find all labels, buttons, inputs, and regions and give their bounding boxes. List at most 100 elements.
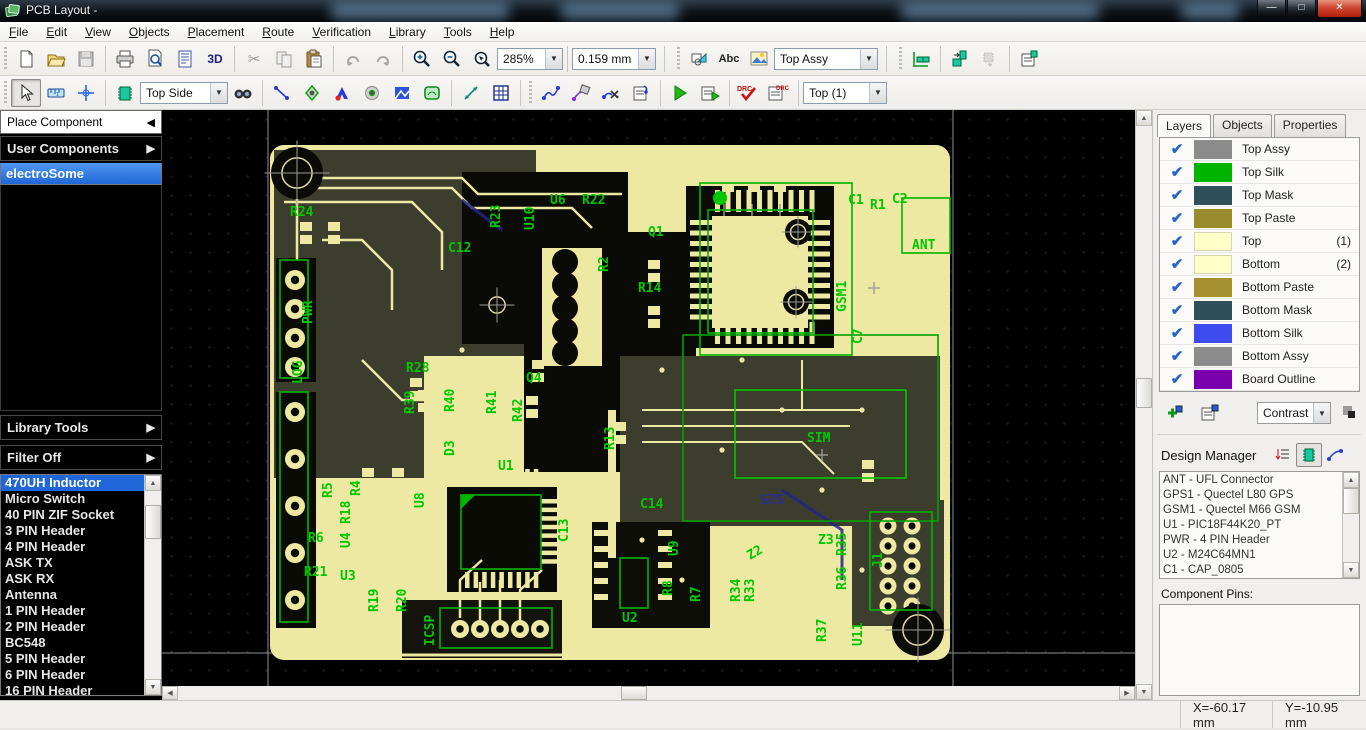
scroll-down-icon[interactable]: ▼ xyxy=(1136,684,1152,700)
layer-color-swatch[interactable] xyxy=(1194,301,1232,320)
list-item[interactable]: 470UH Inductor xyxy=(1,475,144,491)
list-item[interactable]: Antenna xyxy=(1,587,144,603)
menu-tools[interactable]: Tools xyxy=(435,23,481,41)
layer-visibility-check[interactable]: ✔ xyxy=(1160,163,1194,181)
layer-row[interactable]: ✔Top Assy xyxy=(1160,138,1359,161)
preview-3d-button[interactable]: 3D xyxy=(200,45,230,73)
place-component-button[interactable] xyxy=(110,79,140,107)
maximize-button[interactable]: □ xyxy=(1287,0,1316,18)
new-button[interactable] xyxy=(11,45,41,73)
layer-visibility-check[interactable]: ✔ xyxy=(1160,255,1194,273)
list-item[interactable]: 16 PIN Header xyxy=(1,683,144,695)
place-pad-array-button[interactable] xyxy=(327,79,357,107)
place-component-header[interactable]: Place Component ◀ xyxy=(0,110,162,134)
list-item[interactable]: Micro Switch xyxy=(1,491,144,507)
place-copper-pour-button[interactable] xyxy=(387,79,417,107)
add-layer-button[interactable] xyxy=(1161,399,1187,427)
list-item[interactable]: 4 PIN Header xyxy=(1,539,144,555)
close-button[interactable]: ✕ xyxy=(1317,0,1362,18)
list-item[interactable]: C1 - CAP_0805 xyxy=(1160,563,1342,578)
route-setup-button[interactable] xyxy=(626,79,656,107)
toolbar-grip[interactable] xyxy=(2,81,9,105)
zoom-level-combobox[interactable]: 285% ▼ xyxy=(497,48,563,70)
save-button[interactable] xyxy=(71,45,101,73)
component-properties-button[interactable] xyxy=(1014,45,1044,73)
open-button[interactable] xyxy=(41,45,71,73)
menu-objects[interactable]: Objects xyxy=(120,23,179,41)
chevron-down-icon[interactable]: ▼ xyxy=(869,83,886,103)
list-item[interactable]: 5 PIN Header xyxy=(1,651,144,667)
menu-placement[interactable]: Placement xyxy=(179,23,254,41)
tab-layers[interactable]: Layers xyxy=(1157,114,1211,137)
copy-icon[interactable] xyxy=(269,45,299,73)
grid-size-combobox[interactable]: 0.159 mm ▼ xyxy=(572,48,656,70)
dm-nets-sort-button[interactable] xyxy=(1270,443,1296,467)
minimize-button[interactable]: — xyxy=(1257,0,1286,18)
layer-row[interactable]: ✔Bottom Silk xyxy=(1160,322,1359,345)
library-item-electrosome[interactable]: electroSome xyxy=(0,163,162,185)
user-components-header[interactable]: User Components ▶ xyxy=(0,136,162,161)
list-item[interactable]: 3 PIN Header xyxy=(1,523,144,539)
side-combobox[interactable]: Top Side ▼ xyxy=(140,82,228,104)
layer-visibility-check[interactable]: ✔ xyxy=(1160,186,1194,204)
select-tool-button[interactable] xyxy=(11,79,41,107)
component-pins-list[interactable] xyxy=(1159,604,1360,696)
tab-objects[interactable]: Objects xyxy=(1213,114,1272,137)
zoom-out-icon[interactable] xyxy=(437,45,467,73)
list-item[interactable]: U1 - PIC18F44K20_PT xyxy=(1160,518,1342,533)
layer-color-swatch[interactable] xyxy=(1194,232,1232,251)
place-fill-button[interactable] xyxy=(417,79,447,107)
scroll-up-icon[interactable]: ▲ xyxy=(1343,472,1359,488)
scroll-left-icon[interactable]: ◀ xyxy=(162,686,178,700)
menu-file[interactable]: File xyxy=(0,23,37,41)
layer-visibility-check[interactable]: ✔ xyxy=(1160,232,1194,250)
list-item[interactable]: 2 PIN Header xyxy=(1,619,144,635)
chevron-down-icon[interactable]: ▼ xyxy=(638,49,655,69)
chevron-down-icon[interactable]: ▼ xyxy=(545,49,562,69)
undo-icon[interactable] xyxy=(338,45,368,73)
dim-layers-icon[interactable] xyxy=(1341,404,1357,423)
component-list-scrollbar[interactable]: ▲ ▼ xyxy=(144,475,161,695)
scroll-up-icon[interactable]: ▲ xyxy=(1136,110,1152,126)
print-preview-button[interactable] xyxy=(140,45,170,73)
scroll-down-icon[interactable]: ▼ xyxy=(145,679,161,695)
place-pad-button[interactable] xyxy=(297,79,327,107)
layer-color-swatch[interactable] xyxy=(1194,255,1232,274)
layer-properties-button[interactable] xyxy=(1197,399,1223,427)
layer-color-swatch[interactable] xyxy=(1194,209,1232,228)
menu-route[interactable]: Route xyxy=(253,23,303,41)
menu-verification[interactable]: Verification xyxy=(303,23,380,41)
layer-row[interactable]: ✔Top Mask xyxy=(1160,184,1359,207)
layer-visibility-check[interactable]: ✔ xyxy=(1160,301,1194,319)
place-text-button[interactable]: Abc xyxy=(714,45,744,73)
layer-row[interactable]: ✔Bottom Mask xyxy=(1160,299,1359,322)
place-trace-button[interactable] xyxy=(267,79,297,107)
dm-list-scrollbar[interactable]: ▲ ▼ xyxy=(1342,472,1359,578)
expand-right-icon[interactable]: ▶ xyxy=(147,451,155,464)
measure-tool-button[interactable]: 1 xyxy=(41,79,71,107)
layer-visibility-check[interactable]: ✔ xyxy=(1160,140,1194,158)
filter-header[interactable]: Filter Off ▶ xyxy=(0,445,162,470)
chevron-down-icon[interactable]: ▼ xyxy=(1313,403,1330,423)
layer-row[interactable]: ✔Top(1) xyxy=(1160,230,1359,253)
library-tools-header[interactable]: Library Tools ▶ xyxy=(0,415,162,440)
layer-color-swatch[interactable] xyxy=(1194,278,1232,297)
place-via-button[interactable] xyxy=(357,79,387,107)
layer-row[interactable]: ✔Board Outline xyxy=(1160,368,1359,391)
toolbar-grip[interactable] xyxy=(897,47,904,71)
menu-edit[interactable]: Edit xyxy=(37,23,76,41)
active-layer-combobox[interactable]: Top (1) ▼ xyxy=(803,82,887,104)
expand-right-icon[interactable]: ▶ xyxy=(147,142,155,155)
toolbar-grip[interactable] xyxy=(675,47,682,71)
list-item[interactable]: ASK RX xyxy=(1,571,144,587)
paste-icon[interactable] xyxy=(299,45,329,73)
library-list-empty[interactable] xyxy=(0,185,162,411)
layer-visibility-check[interactable]: ✔ xyxy=(1160,324,1194,342)
layer-visibility-check[interactable]: ✔ xyxy=(1160,347,1194,365)
component-placement-button[interactable] xyxy=(906,45,936,73)
layer-visibility-check[interactable]: ✔ xyxy=(1160,278,1194,296)
assy-layer-combobox[interactable]: Top Assy ▼ xyxy=(774,48,878,70)
run-drc-button[interactable]: DRC xyxy=(734,79,764,107)
unroute-button[interactable] xyxy=(596,79,626,107)
list-item[interactable]: U2 - M24C64MN1 xyxy=(1160,548,1342,563)
